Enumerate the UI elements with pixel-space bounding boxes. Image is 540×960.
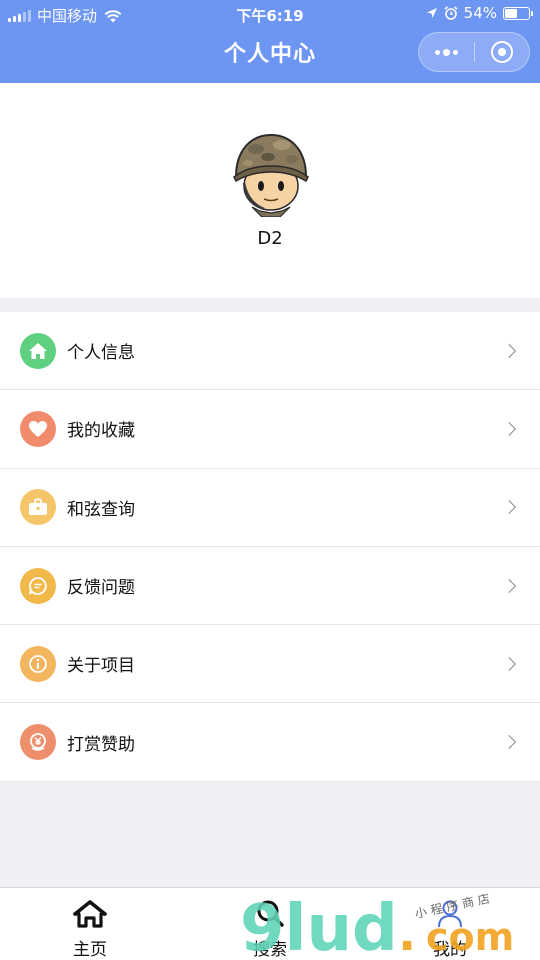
close-target-icon xyxy=(490,41,513,63)
location-arrow-icon xyxy=(426,8,437,18)
tab-label: 主页 xyxy=(73,940,107,960)
menu-icon-circle xyxy=(20,724,56,761)
menu-item-about[interactable]: 关于项目 xyxy=(0,625,540,704)
menu-item-label: 我的收藏 xyxy=(67,421,135,442)
search-icon xyxy=(252,898,288,930)
menu-item-donate[interactable]: 打赏赞助 xyxy=(0,703,540,782)
chevron-right-icon xyxy=(501,421,517,437)
battery-percent: 54% xyxy=(463,4,497,22)
reward-icon xyxy=(30,733,46,751)
info-icon xyxy=(29,654,47,673)
alarm-icon xyxy=(444,6,458,20)
profile-section: D2 xyxy=(0,83,540,298)
menu-item-favorites[interactable]: 我的收藏 xyxy=(0,390,540,469)
menu-icon-circle xyxy=(20,645,56,682)
chat-bubble-icon xyxy=(29,576,47,595)
tab-bar: 主页 搜索 我的 xyxy=(0,887,540,960)
chevron-right-icon xyxy=(501,500,517,515)
menu-icon-circle xyxy=(20,410,56,447)
tab-label: 我的 xyxy=(433,940,467,960)
heart-icon xyxy=(29,420,47,437)
menu-icon-circle xyxy=(20,567,56,604)
menu-item-chord-lookup[interactable]: 和弦查询 xyxy=(0,469,540,547)
user-icon xyxy=(432,898,468,930)
more-button[interactable] xyxy=(419,33,474,71)
chevron-right-icon xyxy=(501,343,517,358)
menu-item-label: 和弦查询 xyxy=(67,499,135,520)
menu-list: 个人信息 我的收藏 和弦查询 反馈问题 关于项目 打赏赞助 xyxy=(0,312,540,782)
top-bar: 中国移动 下午6:19 54% 个人中心 xyxy=(0,0,540,83)
tab-me[interactable]: 我的 xyxy=(360,888,540,960)
menu-item-label: 个人信息 xyxy=(67,343,135,364)
menu-item-label: 打赏赞助 xyxy=(67,734,135,755)
status-right: 54% xyxy=(426,4,533,22)
soldier-avatar-icon[interactable] xyxy=(230,131,312,217)
battery-icon xyxy=(503,6,533,20)
battery-fill xyxy=(505,8,518,18)
chevron-right-icon xyxy=(501,578,517,593)
briefcase-icon xyxy=(29,498,47,516)
screen: 中国移动 下午6:19 54% 个人中心 D2 个人信息 我的收藏 和弦查询 反… xyxy=(0,0,540,960)
mini-program-capsule xyxy=(418,32,530,72)
menu-item-personal-info[interactable]: 个人信息 xyxy=(0,312,540,391)
home-icon xyxy=(72,898,108,930)
menu-icon-circle xyxy=(20,332,56,369)
username: D2 xyxy=(257,228,283,249)
menu-item-label: 关于项目 xyxy=(67,656,135,677)
tab-home[interactable]: 主页 xyxy=(0,888,180,960)
menu-item-label: 反馈问题 xyxy=(67,578,135,599)
menu-item-feedback[interactable]: 反馈问题 xyxy=(0,547,540,626)
home-icon xyxy=(29,342,47,359)
tab-label: 搜索 xyxy=(253,940,287,960)
more-dots-icon xyxy=(434,48,458,56)
status-bar: 中国移动 下午6:19 54% xyxy=(0,0,540,28)
menu-icon-circle xyxy=(20,489,56,526)
close-button[interactable] xyxy=(475,33,530,71)
chevron-right-icon xyxy=(501,735,517,750)
tab-search[interactable]: 搜索 xyxy=(180,888,360,960)
chevron-right-icon xyxy=(501,656,517,671)
